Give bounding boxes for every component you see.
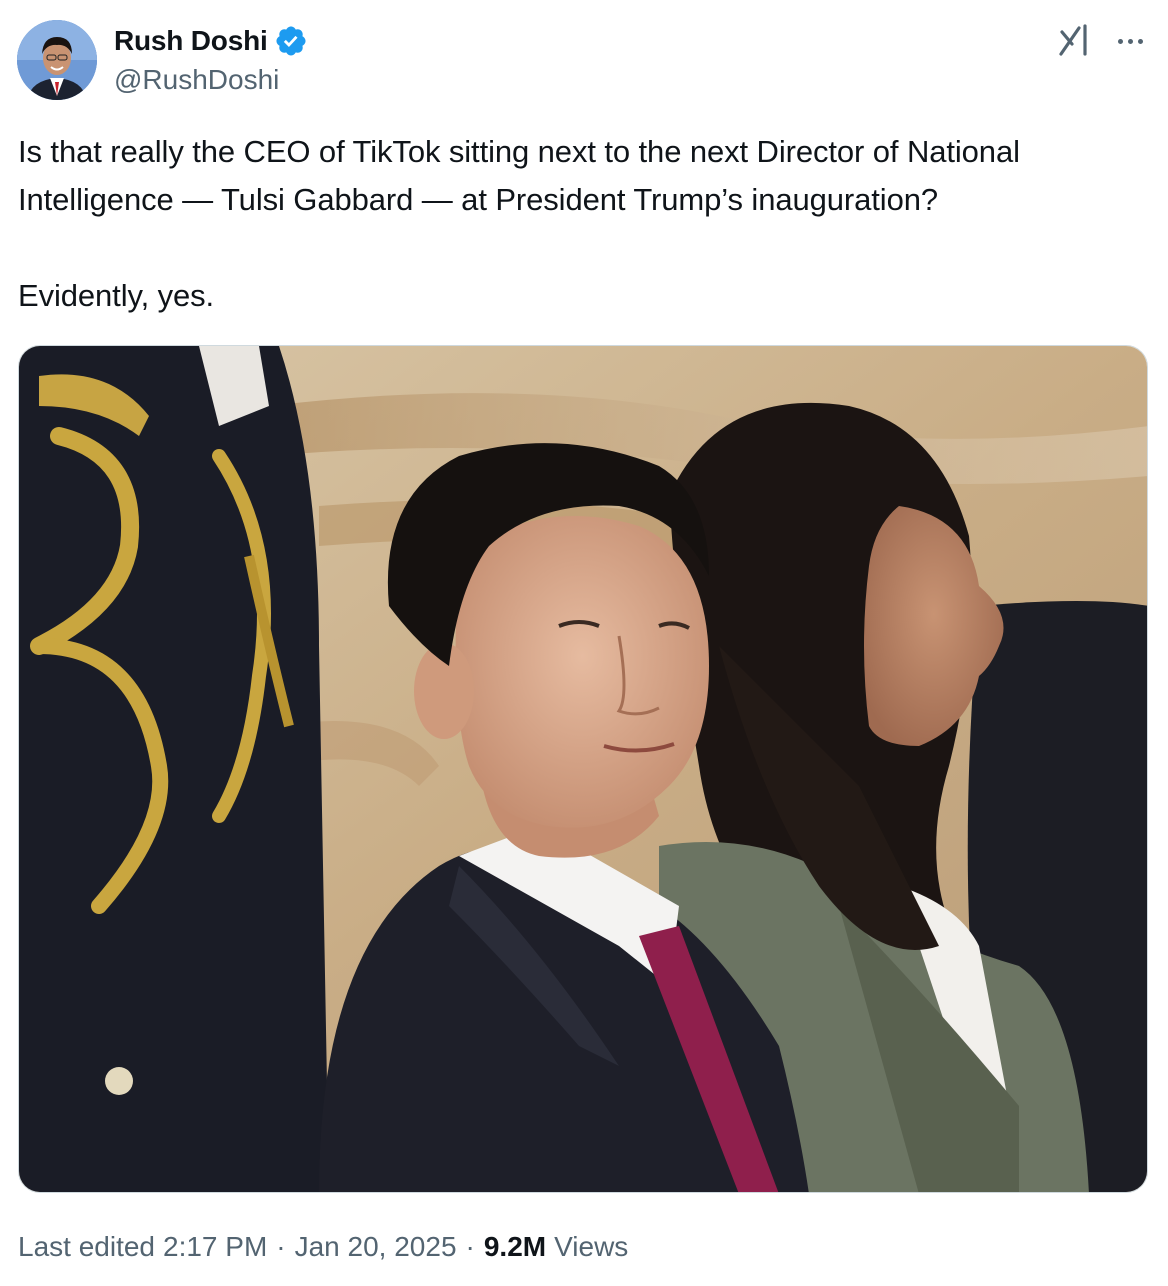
grok-icon[interactable]	[1057, 22, 1093, 58]
tweet-date[interactable]: Jan 20, 2025	[295, 1231, 457, 1263]
author-name-row: Rush Doshi	[114, 22, 308, 60]
meta-separator: ·	[276, 1231, 286, 1262]
author-handle[interactable]: @RushDoshi	[114, 64, 279, 96]
more-dot	[1137, 38, 1143, 44]
meta-separator: ·	[465, 1231, 475, 1262]
avatar[interactable]	[17, 20, 97, 100]
more-dot	[1117, 38, 1123, 44]
tweet-paragraph: Is that really the CEO of TikTok sitting…	[18, 134, 1020, 217]
more-dot	[1127, 38, 1133, 44]
verified-badge-icon[interactable]	[274, 24, 308, 58]
views-label: Views	[554, 1231, 629, 1262]
photo-illustration	[19, 346, 1147, 1192]
edited-label[interactable]: Last edited	[18, 1231, 155, 1263]
tweet-meta: Last edited 2:17 PM · Jan 20, 2025 · 9.2…	[18, 1226, 628, 1268]
more-icon[interactable]	[1110, 24, 1150, 58]
avatar-photo	[17, 20, 97, 100]
author-display-name[interactable]: Rush Doshi	[114, 25, 268, 57]
views-count[interactable]: 9.2M	[484, 1231, 546, 1263]
tweet-photo[interactable]	[18, 345, 1148, 1193]
tweet-time[interactable]: 2:17 PM	[163, 1231, 267, 1263]
tweet-paragraph: Evidently, yes.	[18, 278, 215, 313]
tweet-text: Is that really the CEO of TikTok sitting…	[18, 128, 1148, 320]
